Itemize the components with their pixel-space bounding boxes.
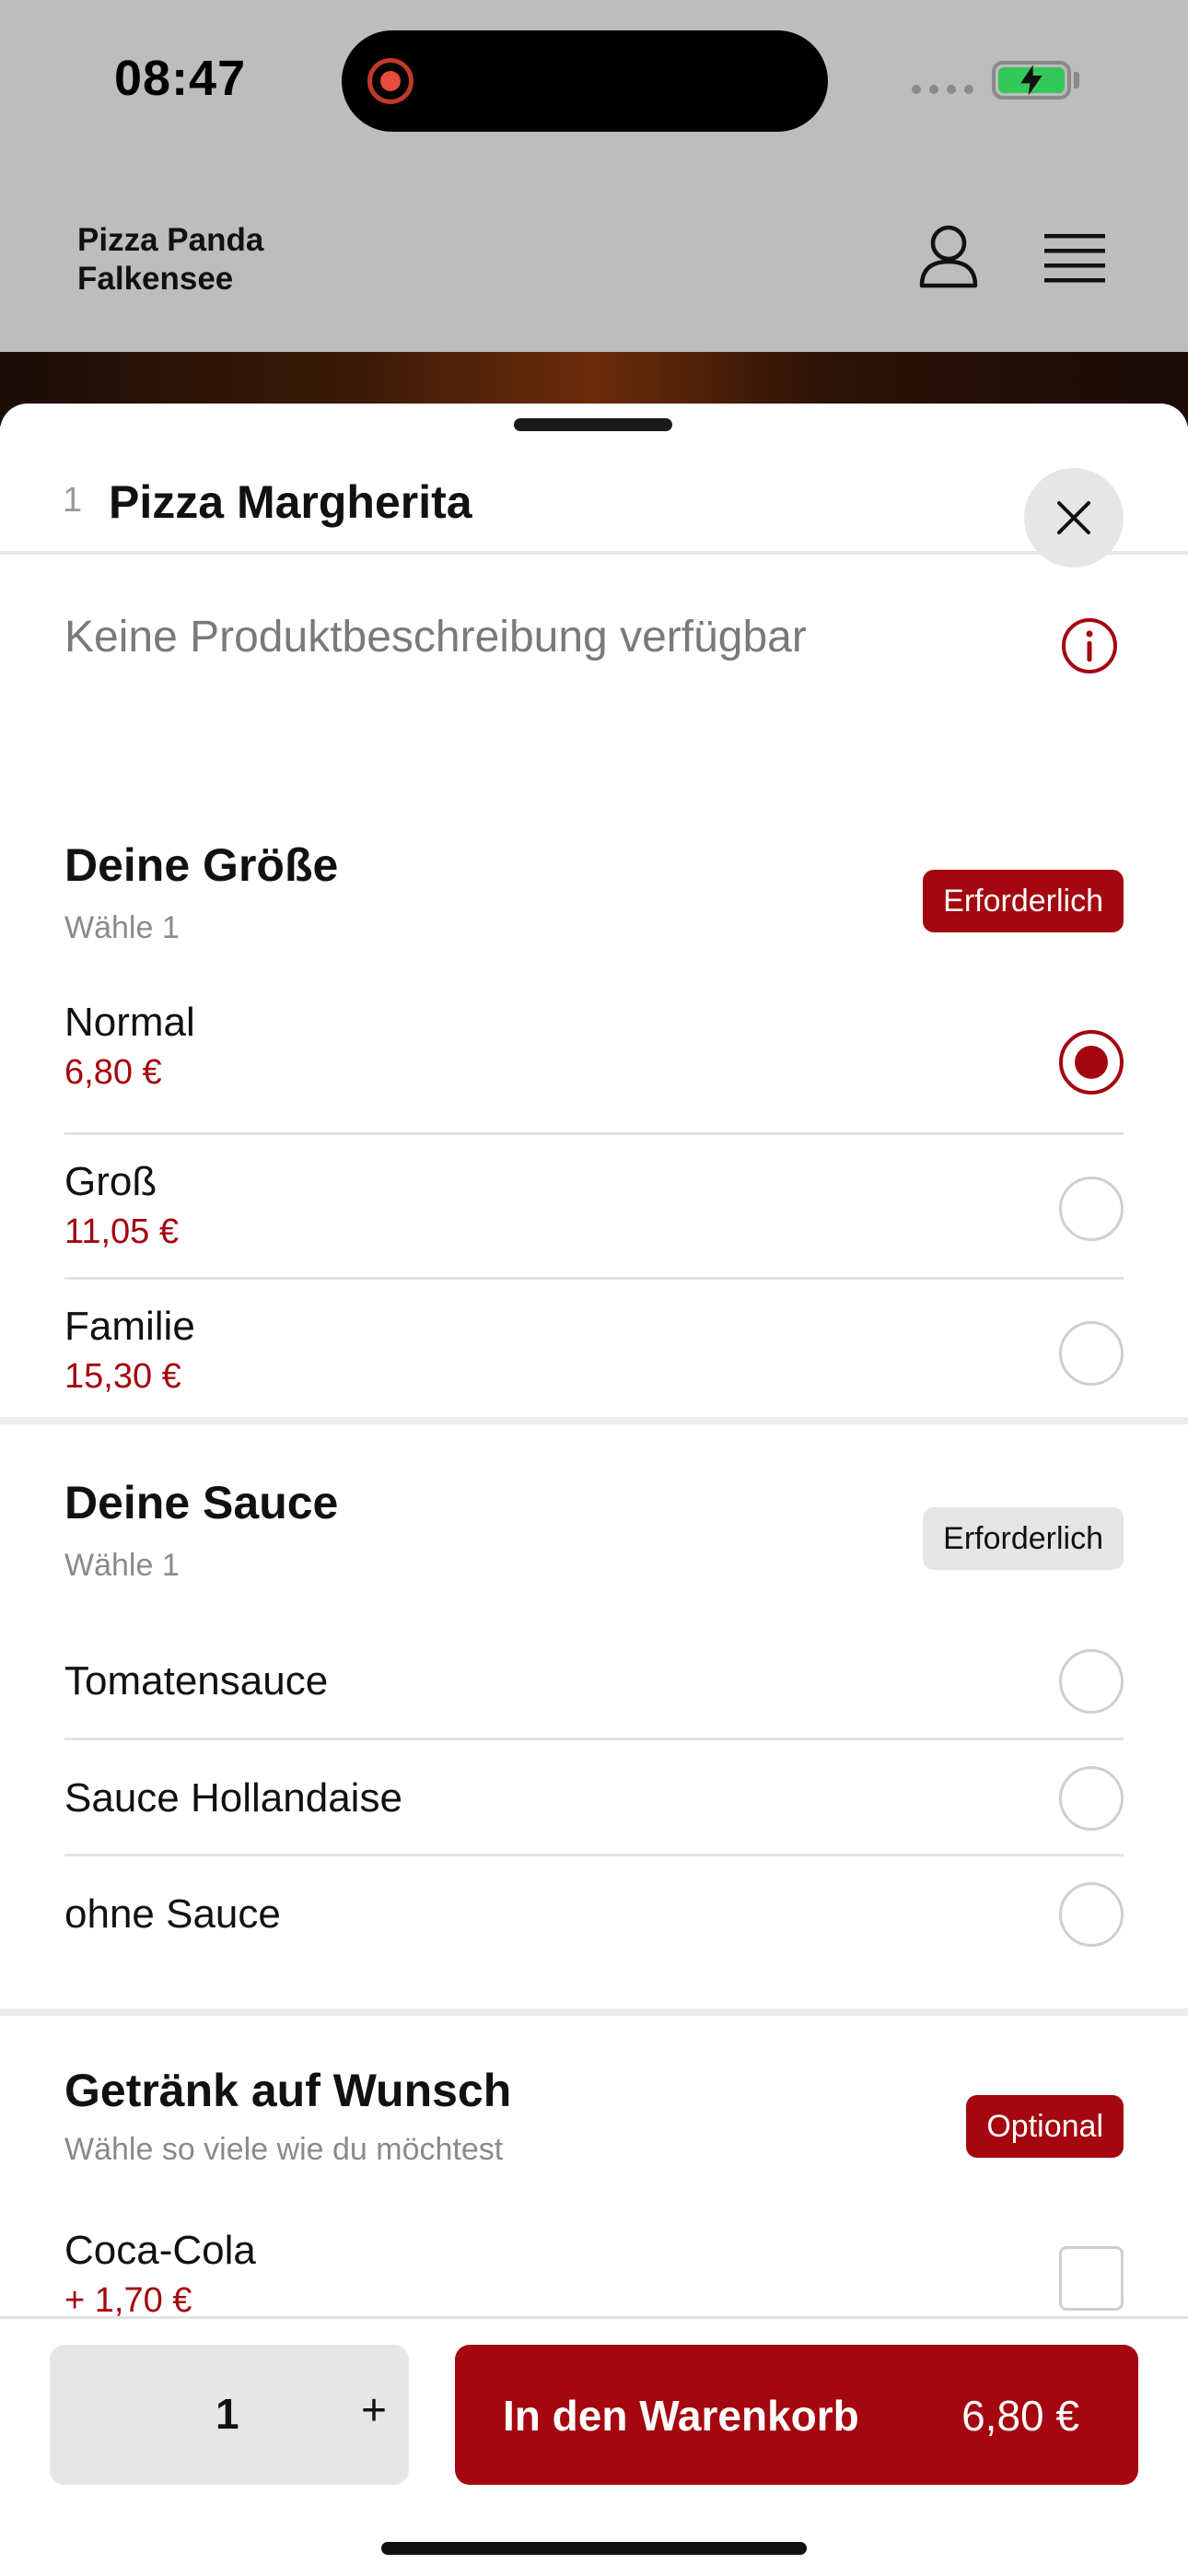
sauce-group: Deine Sauce Wähle 1 Erforderlich Tomaten… [0,1424,1188,1996]
size-group: Deine Größe Wähle 1 Erforderlich Normal … [0,790,1188,1454]
option-name: Normal [64,1000,195,1045]
cart-button-price: 6,80 € [961,2392,1079,2440]
radio-selected-icon[interactable] [1059,1030,1124,1095]
radio-icon[interactable] [1059,1882,1124,1947]
info-icon[interactable] [1061,617,1118,674]
option-price: 6,80 € [64,1053,162,1092]
bottom-action-bar: 1 + In den Warenkorb 6,80 € [0,2316,1188,2576]
radio-icon[interactable] [1059,1177,1124,1241]
home-indicator[interactable] [381,2542,807,2555]
option-name: Sauce Hollandaise [64,1775,402,1821]
product-title-row: 1 Pizza Margherita [0,440,1188,568]
add-to-cart-button[interactable]: In den Warenkorb 6,80 € [455,2345,1138,2485]
group-subtitle: Wähle 1 [64,910,180,945]
product-sheet: 1 Pizza Margherita Keine Produktbeschrei… [0,404,1188,2576]
optional-badge: Optional [966,2095,1124,2158]
group-title: Deine Größe [64,839,339,891]
required-badge: Erforderlich [923,870,1124,932]
quantity-value: 1 [215,2390,239,2438]
radio-icon[interactable] [1059,1321,1124,1386]
user-icon[interactable] [917,223,980,289]
battery-cap [1074,72,1079,88]
radio-icon[interactable] [1059,1649,1124,1714]
checkbox-icon[interactable] [1059,2246,1124,2311]
sheet-grabber[interactable] [514,418,672,431]
sauce-option-hollandaise[interactable]: Sauce Hollandaise [64,1740,1124,1856]
section-divider [0,2008,1188,2016]
option-price: 11,05 € [64,1212,179,1251]
radio-icon[interactable] [1059,1766,1124,1831]
brand-line-2: Falkensee [77,261,234,297]
option-name: Groß [64,1159,157,1204]
sauce-option-ohne[interactable]: ohne Sauce [64,1856,1124,1973]
battery-icon [992,61,1071,100]
menu-icon[interactable] [1044,232,1105,284]
group-title: Getränk auf Wunsch [64,2065,512,2116]
app-header: Pizza Panda Falkensee [0,166,1188,352]
option-name: ohne Sauce [64,1891,281,1937]
close-button[interactable] [1024,468,1124,568]
sauce-option-tomatensauce[interactable]: Tomatensauce [64,1623,1124,1740]
quantity-stepper: 1 + [50,2345,409,2485]
product-description: Keine Produktbeschreibung verfügbar [64,613,807,662]
brand-line-1: Pizza Panda [77,222,264,258]
size-option-normal[interactable]: Normal 6,80 € [64,989,1124,1135]
group-subtitle: Wähle so viele wie du möchtest [64,2132,504,2167]
plus-button[interactable]: + [361,2385,387,2436]
option-name: Coca-Cola [64,2228,256,2273]
recording-icon [367,58,413,104]
option-price: 15,30 € [64,1357,181,1396]
size-option-familie[interactable]: Familie 15,30 € [64,1280,1124,1425]
status-time: 08:47 [114,51,247,106]
dynamic-island [342,30,828,132]
option-price: + 1,70 € [64,2281,192,2320]
option-name: Tomatensauce [64,1658,329,1704]
cart-button-label: In den Warenkorb [503,2392,859,2440]
size-option-gross[interactable]: Groß 11,05 € [64,1135,1124,1280]
section-divider [0,1417,1188,1424]
required-badge: Erforderlich [923,1507,1124,1570]
close-icon [1057,501,1090,534]
group-title: Deine Sauce [64,1477,339,1528]
drinks-group: Getränk auf Wunsch Wähle so viele wie du… [0,2016,1188,2320]
status-bar: 08:47 [0,0,1188,166]
product-number: 1 [63,481,83,520]
group-subtitle: Wähle 1 [64,1548,180,1583]
brand-name[interactable]: Pizza Panda Falkensee [77,221,263,299]
product-title: Pizza Margherita [109,476,472,528]
signal-icon [912,85,973,94]
option-name: Familie [64,1304,195,1349]
